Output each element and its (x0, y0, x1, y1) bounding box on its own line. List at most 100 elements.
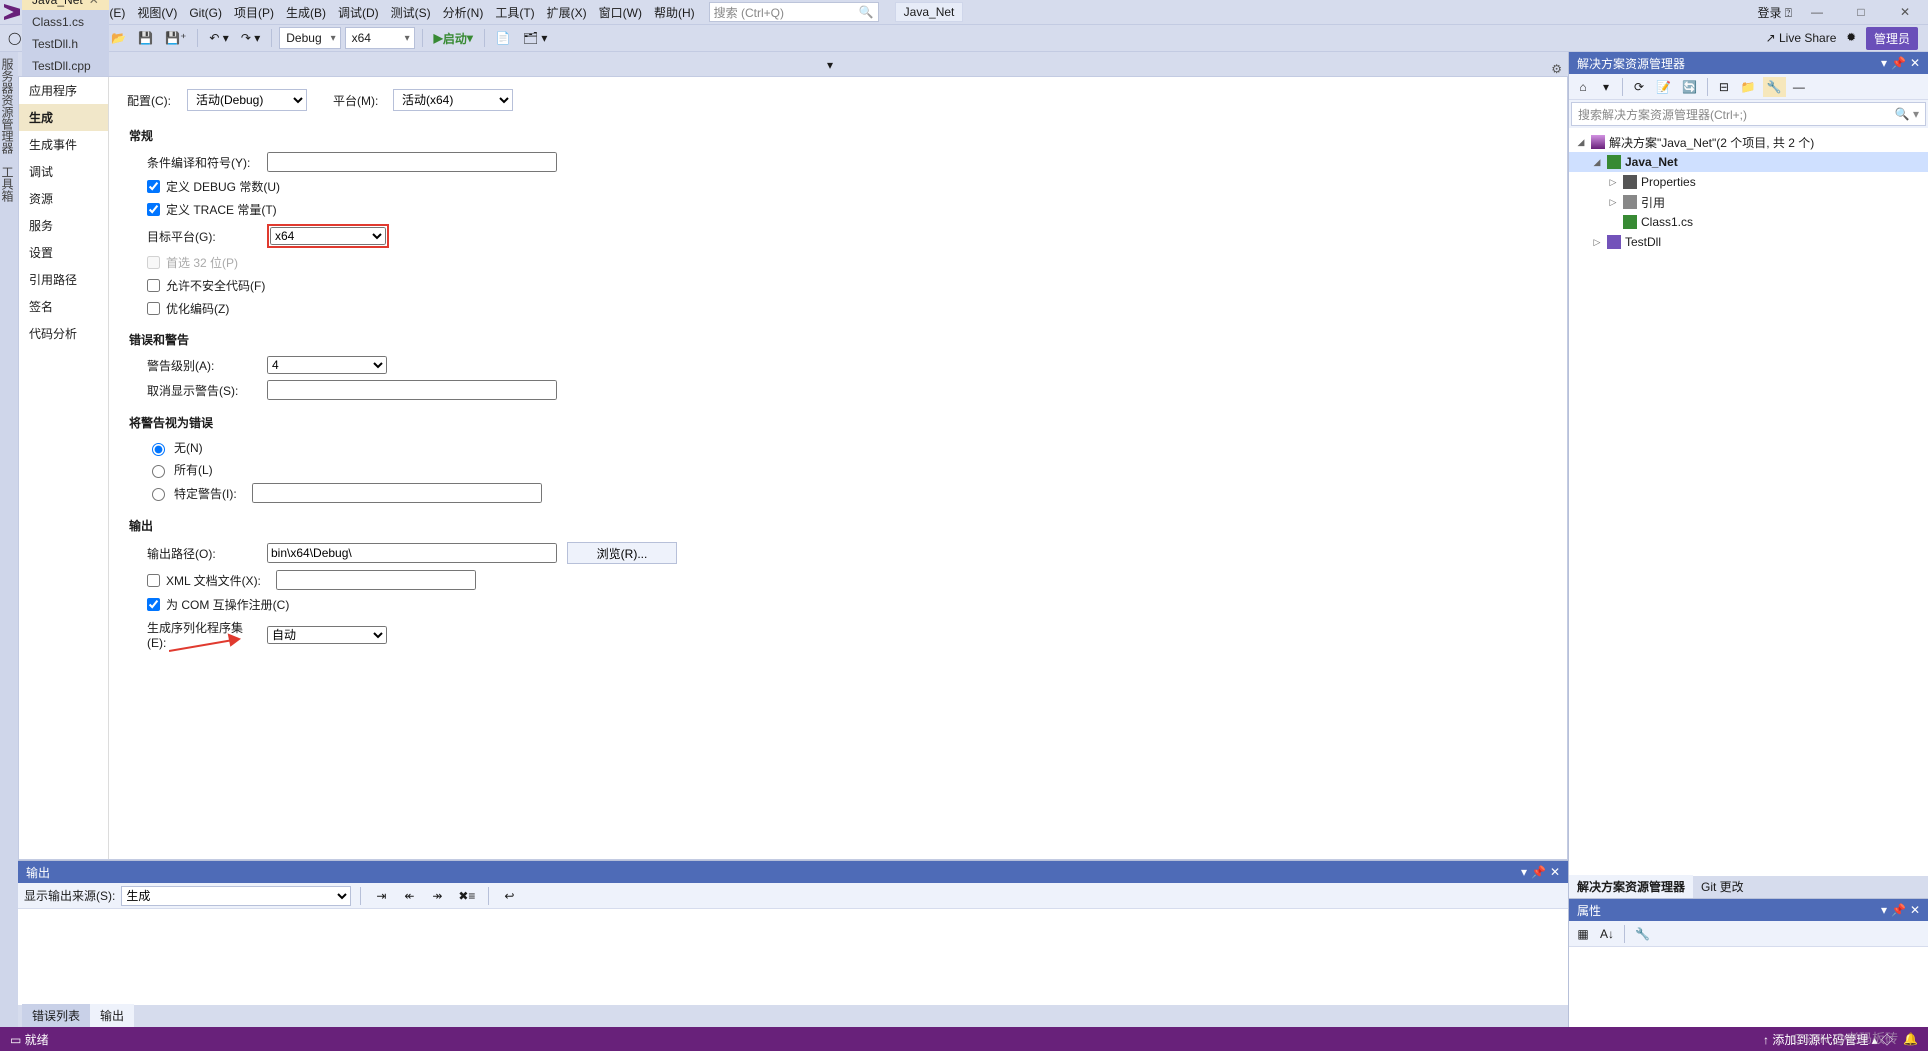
tab-solution-explorer[interactable]: 解决方案资源管理器 (1569, 875, 1693, 898)
browse-button[interactable]: 浏览(R)... (567, 542, 677, 564)
se-pending-button[interactable]: 📝 (1652, 77, 1675, 97)
toolbox-tab[interactable]: 工具箱 (2, 166, 16, 202)
tree-Class1.cs[interactable]: Class1.cs (1569, 212, 1928, 232)
optimize-check[interactable]: 优化编码(Z) (147, 300, 1549, 317)
output-goto-button[interactable]: ⇥ (370, 885, 392, 907)
se-preview-button[interactable]: ― (1789, 77, 1809, 97)
tab-output[interactable]: 输出 (90, 1004, 134, 1027)
tab-git-changes[interactable]: Git 更改 (1693, 875, 1752, 898)
output-prev-button[interactable]: ↞ (398, 885, 420, 907)
output-next-button[interactable]: ↠ (426, 885, 448, 907)
output-path-input[interactable] (267, 543, 557, 563)
live-share-button[interactable]: ↗ Live Share (1766, 31, 1837, 45)
treat-specific-radio[interactable]: 特定警告(I): (147, 483, 1549, 503)
pp-dropdown-icon[interactable]: ▾ (1881, 903, 1887, 917)
toolbar-btn-a[interactable]: 📄 (492, 27, 515, 49)
login-link[interactable]: 登录 ⍰ (1757, 4, 1792, 21)
server-explorer-tab[interactable]: 服务器资源管理器 (2, 58, 16, 154)
target-platform-select[interactable]: x64 (270, 227, 386, 245)
se-home-button[interactable]: ⌂ (1573, 77, 1593, 97)
tab-settings-icon[interactable]: ⚙ (1551, 62, 1562, 76)
pp-close-icon[interactable]: ✕ (1910, 903, 1920, 917)
suppress-input[interactable] (267, 380, 557, 400)
toolbar-btn-b[interactable]: 🗂 ▾ (519, 27, 552, 49)
doc-tab-Java_Net[interactable]: Java_Net✕ (22, 0, 109, 10)
menu-扩展(X)[interactable]: 扩展(X) (541, 4, 593, 22)
sidenav-代码分析[interactable]: 代码分析 (19, 320, 108, 347)
pp-categorize-button[interactable]: ▦ (1573, 924, 1593, 944)
doc-tab-TestDll.cpp[interactable]: TestDll.cpp (22, 54, 109, 76)
menu-项目(P)[interactable]: 项目(P) (228, 4, 280, 22)
serialization-select[interactable]: 自动 (267, 626, 387, 644)
doc-tab-TestDll.h[interactable]: TestDll.h (22, 32, 109, 54)
se-switch-view-button[interactable]: ▾ (1596, 77, 1616, 97)
warn-level-select[interactable]: 4 (267, 356, 387, 374)
solution-explorer-search[interactable]: 搜索解决方案资源管理器(Ctrl+;) 🔍 ▾ (1571, 102, 1926, 126)
tab-dropdown-button[interactable]: ▾ (819, 54, 841, 76)
se-sync-button[interactable]: ⟳ (1629, 77, 1649, 97)
allow-unsafe-check[interactable]: 允许不安全代码(F) (147, 277, 1549, 294)
sidenav-资源[interactable]: 资源 (19, 185, 108, 212)
status-source-control[interactable]: ↑ 添加到源代码管理 ▴ ◇ (1763, 1031, 1893, 1048)
platform-select[interactable]: 活动(x64) (393, 89, 513, 111)
window-close-button[interactable]: ✕ (1886, 1, 1924, 23)
tree-解决方案"Java_Net"(2 个项目, 共 2 个)[interactable]: ◢解决方案"Java_Net"(2 个项目, 共 2 个) (1569, 132, 1928, 152)
se-show-all-button[interactable]: 📁 (1737, 77, 1760, 97)
open-button[interactable]: 📂 (107, 27, 130, 49)
menu-窗口(W)[interactable]: 窗口(W) (593, 4, 648, 22)
treat-specific-input[interactable] (252, 483, 542, 503)
window-maximize-button[interactable]: □ (1842, 1, 1880, 23)
pp-pin-icon[interactable]: 📌 (1891, 903, 1906, 917)
define-debug-check[interactable]: 定义 DEBUG 常数(U) (147, 178, 1549, 195)
solution-tree[interactable]: ◢解决方案"Java_Net"(2 个项目, 共 2 个)◢Java_Net▷P… (1569, 128, 1928, 876)
define-trace-check[interactable]: 定义 TRACE 常量(T) (147, 201, 1549, 218)
tree-Java_Net[interactable]: ◢Java_Net (1569, 152, 1928, 172)
config-select[interactable]: 活动(Debug) (187, 89, 307, 111)
pp-wrench-button[interactable]: 🔧 (1631, 924, 1654, 944)
sidenav-调试[interactable]: 调试 (19, 158, 108, 185)
sidenav-生成事件[interactable]: 生成事件 (19, 131, 108, 158)
sidenav-设置[interactable]: 设置 (19, 239, 108, 266)
output-clear-button[interactable]: ✖≡ (454, 885, 479, 907)
platform-combo[interactable]: x64 (345, 27, 415, 49)
se-pin-icon[interactable]: 📌 (1891, 56, 1906, 70)
panel-dropdown-icon[interactable]: ▾ (1521, 865, 1527, 879)
tree-TestDll[interactable]: ▷TestDll (1569, 232, 1928, 252)
menu-视图(V)[interactable]: 视图(V) (131, 4, 183, 22)
properties-grid[interactable] (1569, 947, 1928, 1027)
menu-Git(G)[interactable]: Git(G) (183, 4, 228, 22)
tree-引用[interactable]: ▷引用 (1569, 192, 1928, 212)
se-close-icon[interactable]: ✕ (1910, 56, 1920, 70)
menu-调试(D)[interactable]: 调试(D) (332, 4, 385, 22)
close-icon[interactable]: ✕ (89, 0, 99, 7)
tree-Properties[interactable]: ▷Properties (1569, 172, 1928, 192)
menu-分析(N)[interactable]: 分析(N) (437, 4, 490, 22)
treat-none-radio[interactable]: 无(N) (147, 439, 1549, 456)
save-all-button[interactable]: 💾⁺ (161, 27, 190, 49)
output-text-area[interactable] (18, 909, 1568, 1005)
se-dropdown-icon[interactable]: ▾ (1881, 56, 1887, 70)
se-properties-button[interactable]: 🔧 (1763, 77, 1786, 97)
xml-doc-path-input[interactable] (276, 570, 476, 590)
cond-input[interactable] (267, 152, 557, 172)
sidenav-引用路径[interactable]: 引用路径 (19, 266, 108, 293)
start-debug-button[interactable]: ▶ 启动 ▾ (430, 27, 477, 49)
redo-button[interactable]: ↷ ▾ (237, 27, 264, 49)
xml-doc-check[interactable]: XML 文档文件(X): (147, 570, 1549, 590)
sidenav-生成[interactable]: 生成 (19, 104, 108, 131)
undo-button[interactable]: ↶ ▾ (205, 27, 232, 49)
search-box[interactable]: 搜索 (Ctrl+Q) 🔍 (709, 2, 879, 22)
left-tool-gutter[interactable]: 服务器资源管理器 工具箱 (0, 52, 18, 1027)
tab-error-list[interactable]: 错误列表 (22, 1004, 90, 1027)
se-refresh-button[interactable]: 🔄 (1678, 77, 1701, 97)
sidenav-签名[interactable]: 签名 (19, 293, 108, 320)
menu-测试(S)[interactable]: 测试(S) (385, 4, 437, 22)
panel-close-icon[interactable]: ✕ (1550, 865, 1560, 879)
config-combo[interactable]: Debug (279, 27, 340, 49)
feedback-icon[interactable]: 🟓 (1846, 29, 1856, 47)
status-bell-icon[interactable]: 🔔 (1903, 1032, 1918, 1046)
treat-all-radio[interactable]: 所有(L) (147, 461, 1549, 478)
window-minimize-button[interactable]: ― (1798, 1, 1836, 23)
com-register-check[interactable]: 为 COM 互操作注册(C) (147, 596, 1549, 613)
menu-工具(T)[interactable]: 工具(T) (489, 4, 540, 22)
